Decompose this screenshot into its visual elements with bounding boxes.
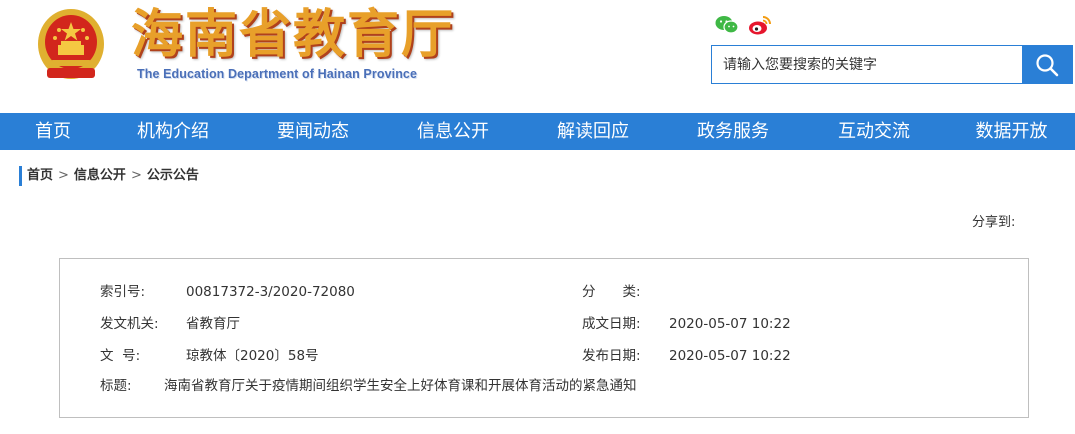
document-number-label: 文 号: [100,348,141,364]
nav-item-open-data[interactable]: 数据开放 [948,113,1075,150]
search-icon [1036,53,1059,76]
breadcrumb-info-disclosure[interactable]: 信息公开 [74,168,126,183]
nav-item-news[interactable]: 要闻动态 [240,113,386,150]
site-header: 海南省教育厅 The Education Department of Haina… [0,0,1075,113]
national-emblem-logo [38,9,104,79]
breadcrumb-separator: > [58,168,69,183]
search-button[interactable] [1022,46,1072,83]
nav-item-about[interactable]: 机构介绍 [106,113,240,150]
search-input[interactable] [712,46,1022,83]
nav-item-info-disclosure[interactable]: 信息公开 [386,113,520,150]
index-number-label: 索引号: [100,284,146,300]
nav-item-home[interactable]: 首页 [0,113,106,150]
site-subtitle: The Education Department of Hainan Provi… [137,67,418,81]
title-label: 标题: [100,378,132,394]
main-nav: 首页 机构介绍 要闻动态 信息公开 解读回应 政务服务 互动交流 数据开放 [0,113,1075,150]
nav-item-services[interactable]: 政务服务 [666,113,800,150]
breadcrumb-separator: > [130,168,142,183]
breadcrumb-announcements[interactable]: 公示公告 [147,168,199,183]
search-box [711,45,1073,84]
document-number-value: 琼教体〔2020〕58号 [186,348,319,364]
nav-item-interpretation[interactable]: 解读回应 [520,113,666,150]
nav-item-interaction[interactable]: 互动交流 [800,113,948,150]
breadcrumb: 首页 > 信息公开 > 公示公告 [19,166,199,186]
document-info-panel: 索引号: 00817372-3/2020-72080 分 类: 发文机关: 省教… [59,258,1029,418]
published-date-value: 2020-05-07 10:22 [669,348,791,364]
wechat-icon[interactable] [715,14,739,36]
category-label: 分 类: [582,284,641,300]
issuer-label: 发文机关: [100,316,159,332]
issuer-value: 省教育厅 [186,316,240,332]
breadcrumb-home[interactable]: 首页 [27,168,53,183]
published-date-label: 发布日期: [582,348,641,364]
weibo-icon[interactable] [748,14,772,36]
title-value: 海南省教育厅关于疫情期间组织学生安全上好体育课和开展体育活动的紧急通知 [164,378,637,394]
index-number-value: 00817372-3/2020-72080 [186,284,355,300]
site-title: 海南省教育厅 [131,4,456,65]
share-label: 分享到: [972,215,1016,230]
created-date-value: 2020-05-07 10:22 [669,316,791,332]
created-date-label: 成文日期: [582,316,641,332]
